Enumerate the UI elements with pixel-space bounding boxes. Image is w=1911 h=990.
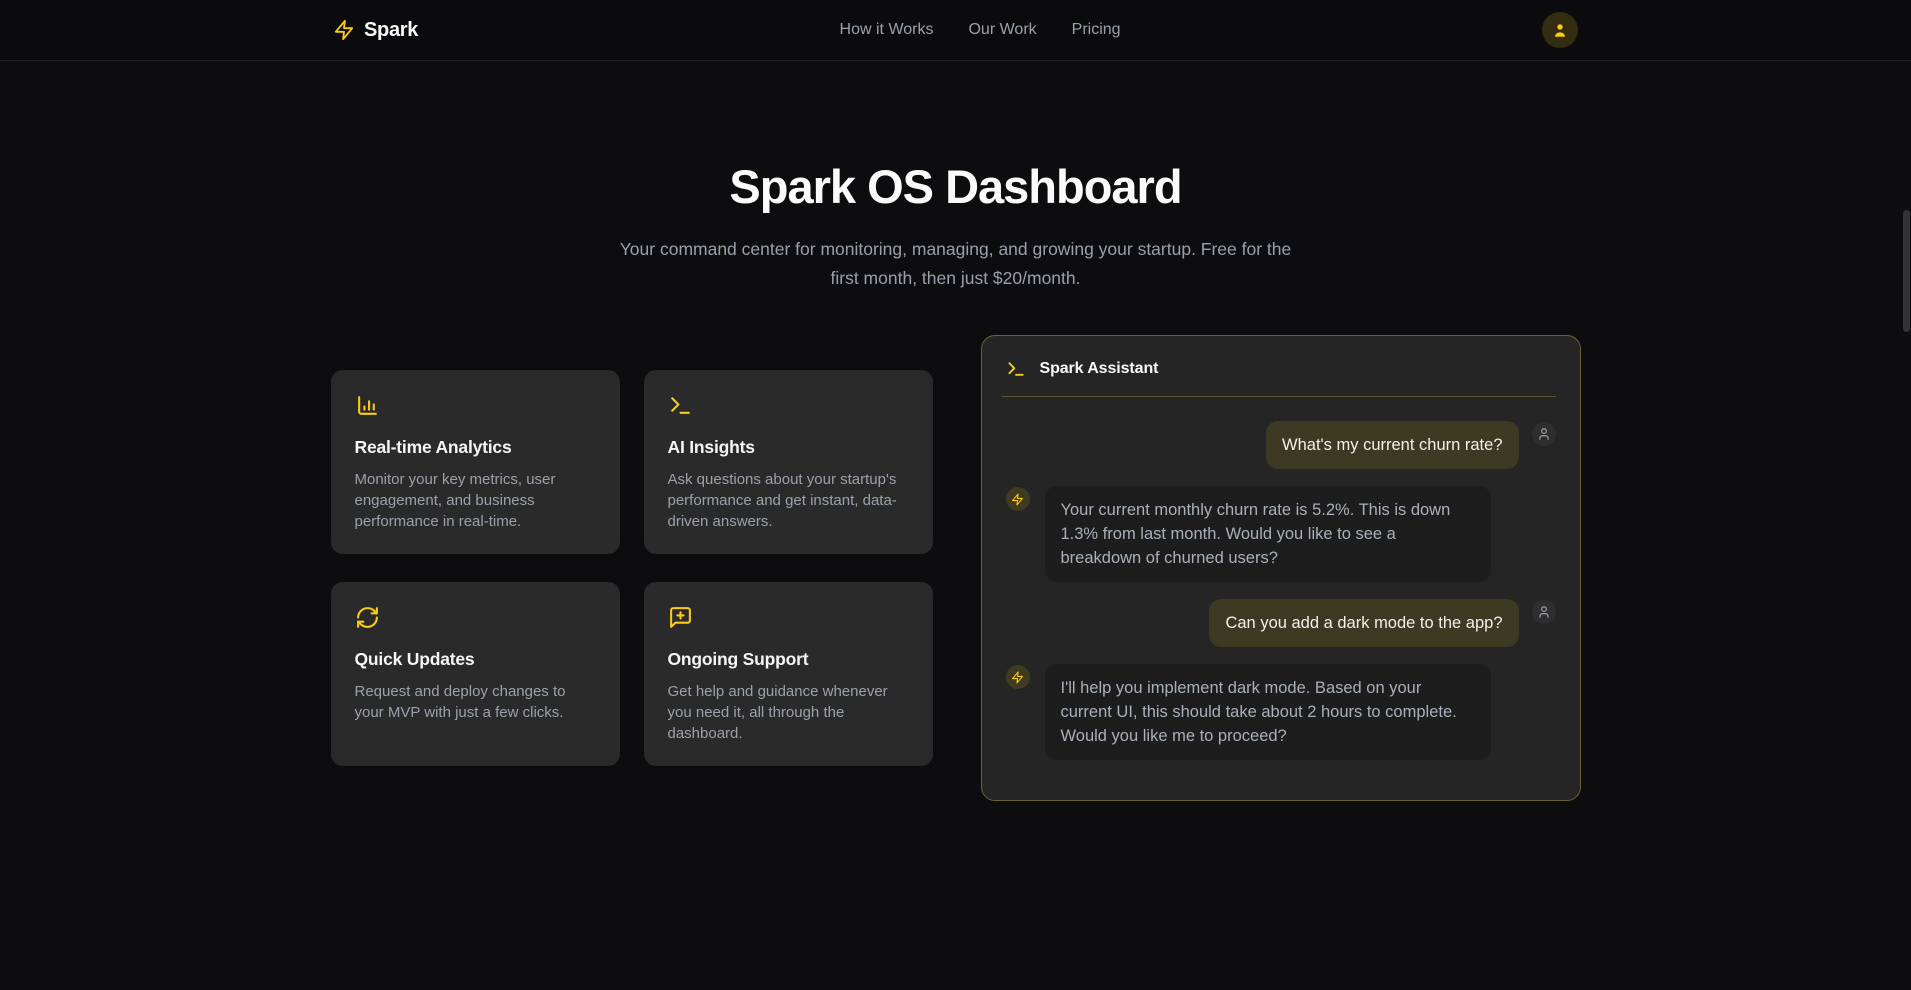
zap-icon — [1011, 493, 1024, 506]
assistant-avatar — [1006, 487, 1030, 511]
scrollbar-thumb[interactable] — [1903, 210, 1910, 332]
terminal-icon — [1006, 359, 1026, 379]
nav-our-work[interactable]: Our Work — [968, 21, 1036, 39]
chart-column-icon — [355, 393, 380, 418]
message-square-plus-icon — [668, 605, 693, 630]
account-button[interactable] — [1542, 12, 1578, 48]
user-icon — [1551, 21, 1569, 39]
page-title: Spark OS Dashboard — [0, 159, 1911, 214]
feature-title: Ongoing Support — [668, 649, 909, 670]
user-message-bubble: Can you add a dark mode to the app? — [1209, 599, 1518, 647]
user-avatar — [1532, 600, 1556, 624]
main-nav: How it Works Our Work Pricing — [840, 21, 1121, 39]
assistant-message-bubble: I'll help you implement dark mode. Based… — [1045, 664, 1491, 760]
zap-icon — [333, 19, 355, 41]
assistant-panel-header: Spark Assistant — [1002, 336, 1556, 397]
feature-description: Request and deploy changes to your MVP w… — [355, 681, 596, 723]
feature-description: Monitor your key metrics, user engagemen… — [355, 469, 596, 532]
nav-how-it-works[interactable]: How it Works — [840, 21, 934, 39]
user-icon — [1537, 427, 1551, 441]
topbar-inner: Spark How it Works Our Work Pricing — [0, 0, 1911, 60]
user-message-bubble: What's my current churn rate? — [1266, 421, 1518, 469]
user-avatar — [1532, 422, 1556, 446]
main-content: Spark OS Dashboard Your command center f… — [0, 159, 1911, 801]
feature-card-ai-insights: AI Insights Ask questions about your sta… — [644, 370, 933, 554]
terminal-icon — [668, 393, 693, 418]
spark-assistant-panel: Spark Assistant What's my current churn … — [981, 335, 1581, 801]
feature-card-ongoing-support: Ongoing Support Get help and guidance wh… — [644, 582, 933, 766]
features-grid: Real-time Analytics Monitor your key met… — [331, 370, 933, 766]
hero-section: Spark OS Dashboard Your command center f… — [0, 159, 1911, 293]
refresh-icon — [355, 605, 380, 630]
hero-subtitle: Your command center for monitoring, mana… — [606, 235, 1306, 293]
chat-messages: What's my current churn rate? Your curre… — [982, 397, 1580, 784]
feature-title: Real-time Analytics — [355, 437, 596, 458]
feature-title: AI Insights — [668, 437, 909, 458]
chat-message-user: Can you add a dark mode to the app? — [1006, 599, 1556, 647]
feature-description: Get help and guidance whenever you need … — [668, 681, 909, 744]
chat-message-user: What's my current churn rate? — [1006, 421, 1556, 469]
feature-title: Quick Updates — [355, 649, 596, 670]
feature-description: Ask questions about your startup's perfo… — [668, 469, 909, 532]
topbar: Spark How it Works Our Work Pricing — [0, 0, 1911, 61]
assistant-message-bubble: Your current monthly churn rate is 5.2%.… — [1045, 486, 1491, 582]
user-icon — [1537, 605, 1551, 619]
nav-pricing[interactable]: Pricing — [1072, 21, 1121, 39]
assistant-avatar — [1006, 665, 1030, 689]
feature-card-analytics: Real-time Analytics Monitor your key met… — [331, 370, 620, 554]
zap-icon — [1011, 671, 1024, 684]
assistant-panel-title: Spark Assistant — [1040, 360, 1159, 378]
content-columns: Real-time Analytics Monitor your key met… — [0, 335, 1911, 801]
chat-message-assistant: Your current monthly churn rate is 5.2%.… — [1006, 486, 1556, 582]
brand-logo[interactable]: Spark — [333, 19, 418, 42]
chat-message-assistant: I'll help you implement dark mode. Based… — [1006, 664, 1556, 760]
brand-name: Spark — [364, 19, 418, 42]
feature-card-quick-updates: Quick Updates Request and deploy changes… — [331, 582, 620, 766]
